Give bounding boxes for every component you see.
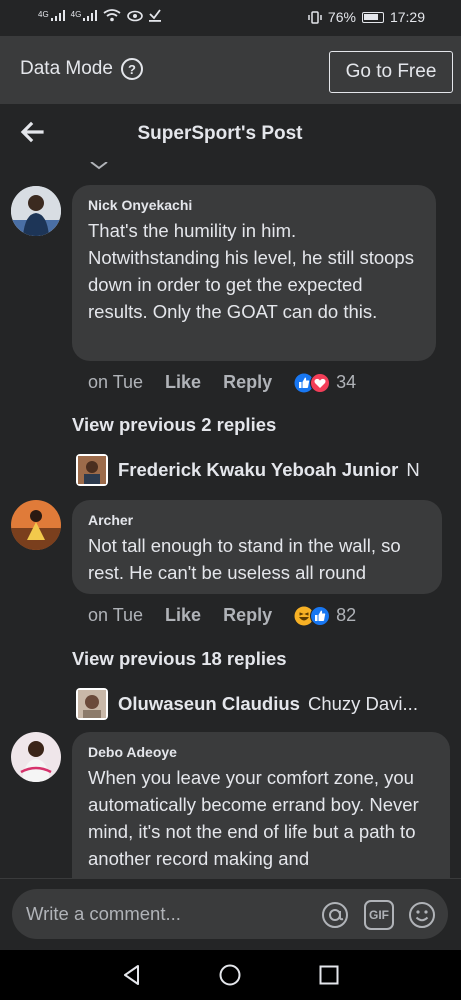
avatar[interactable] <box>11 500 61 550</box>
post-header: SuperSport's Post <box>0 104 461 162</box>
reply-avatar-photo-icon <box>78 690 106 718</box>
reaction-summary[interactable] <box>294 372 331 393</box>
avatar-photo-icon <box>11 186 61 236</box>
avatar[interactable] <box>11 732 61 782</box>
comment-composer: GIF <box>0 878 461 950</box>
comment-author[interactable]: Nick Onyekachi <box>88 197 420 213</box>
page-title: SuperSport's Post <box>137 123 303 144</box>
view-previous-replies[interactable]: View previous 2 replies <box>72 414 276 436</box>
reply-snippet: N <box>406 459 420 480</box>
battery-icon <box>361 11 384 23</box>
partial-avatar-icon <box>90 162 108 170</box>
comment-actions: on Tue Like Reply 82 <box>88 605 356 626</box>
comment-author[interactable]: Debo Adeoye <box>88 744 434 760</box>
eye-icon <box>127 10 144 21</box>
like-button[interactable]: Like <box>165 372 201 393</box>
help-icon[interactable]: ? <box>120 58 143 80</box>
reaction-summary[interactable] <box>294 605 331 626</box>
view-previous-replies[interactable]: View previous 18 replies <box>72 648 287 670</box>
reaction-count[interactable]: 34 <box>336 372 356 393</box>
reply-button[interactable]: Reply <box>223 372 272 393</box>
smiley-icon[interactable] <box>407 900 437 930</box>
data-mode-label: Data Mode ? <box>20 58 143 80</box>
like-button[interactable]: Like <box>165 605 201 626</box>
reply-button[interactable]: Reply <box>223 605 272 626</box>
comment-text: When you leave your comfort zone, you au… <box>88 767 419 869</box>
at-icon[interactable] <box>320 900 350 930</box>
home-nav-icon[interactable] <box>218 963 242 987</box>
comment-time[interactable]: on Tue <box>88 372 143 393</box>
comment-bubble[interactable]: Archer Not tall enough to stand in the w… <box>72 500 442 594</box>
download-icon <box>149 9 162 22</box>
reply-preview[interactable]: Frederick Kwaku Yeboah Junior N <box>76 454 446 486</box>
gif-button[interactable]: GIF <box>364 900 394 930</box>
reply-avatar <box>76 454 108 486</box>
comments-feed[interactable]: Nick Onyekachi That's the humility in hi… <box>0 162 461 878</box>
comment-author[interactable]: Archer <box>88 512 426 528</box>
status-left: 4G 4G <box>38 9 162 22</box>
reply-snippet: Chuzy Davi... <box>307 693 418 714</box>
comment-bubble[interactable]: Nick Onyekachi That's the humility in hi… <box>72 185 436 361</box>
signal-icon-2: 4G <box>71 10 98 21</box>
go-to-free-button[interactable]: Go to Free <box>329 51 453 93</box>
wifi-icon <box>103 9 121 22</box>
reply-author: Oluwaseun Claudius <box>118 693 300 714</box>
clock: 17:29 <box>389 9 425 25</box>
back-nav-icon[interactable] <box>120 963 144 987</box>
reaction-count[interactable]: 82 <box>336 605 356 626</box>
comment-text: That's the humility in him. Notwithstand… <box>88 220 414 322</box>
avatar-photo-icon <box>11 500 61 550</box>
reply-preview[interactable]: Oluwaseun Claudius Chuzy Davi... <box>76 688 446 720</box>
reply-author: Frederick Kwaku Yeboah Junior <box>118 459 399 480</box>
comment-time[interactable]: on Tue <box>88 605 143 626</box>
vibrate-icon <box>308 10 322 24</box>
avatar[interactable] <box>11 186 61 236</box>
comment-actions: on Tue Like Reply 34 <box>88 372 356 393</box>
battery-percent: 76% <box>327 9 356 25</box>
reply-avatar <box>76 688 108 720</box>
comment-text: Not tall enough to stand in the wall, so… <box>88 535 401 583</box>
gif-label: GIF <box>369 908 389 922</box>
status-bar: 4G 4G 76% 17:29 <box>0 0 461 36</box>
recents-nav-icon[interactable] <box>317 963 341 987</box>
comment-bubble[interactable]: Debo Adeoye When you leave your comfort … <box>72 732 450 878</box>
signal-icon: 4G <box>38 10 65 21</box>
status-right: 76% 17:29 <box>308 9 425 25</box>
data-mode-banner: Data Mode ? Go to Free <box>0 36 461 104</box>
system-nav-bar <box>0 950 461 1000</box>
like-reaction-icon <box>310 605 331 626</box>
reply-avatar-photo-icon <box>78 456 106 484</box>
love-reaction-icon <box>310 372 331 393</box>
avatar-photo-icon <box>11 732 61 782</box>
data-mode-text: Data Mode <box>20 58 113 79</box>
